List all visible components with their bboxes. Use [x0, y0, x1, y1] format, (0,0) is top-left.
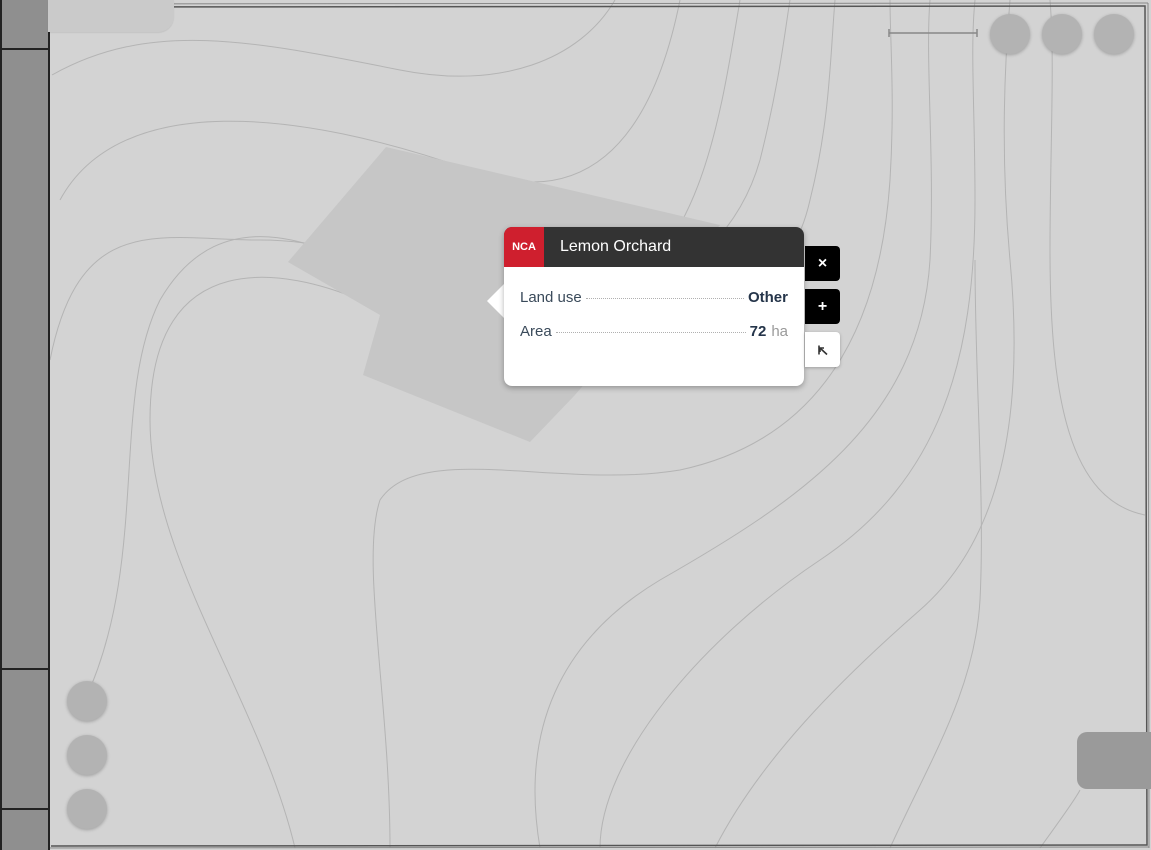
sidebar-divider: [2, 48, 50, 50]
attribute-value: Other: [747, 289, 788, 306]
add-button[interactable]: +: [805, 289, 840, 324]
attribute-row-area: Area 72 ha: [520, 323, 788, 343]
contour-lines: [49, 0, 1146, 849]
map-control-button[interactable]: [990, 14, 1030, 54]
collapsed-panel-tab[interactable]: [1077, 732, 1151, 789]
attribute-row-land-use: Land use Other: [520, 289, 788, 309]
map-control-button[interactable]: [1094, 14, 1134, 54]
zoom-control-button[interactable]: [67, 681, 107, 721]
popup-card: NCA Lemon Orchard Land use Other Area 72…: [504, 227, 804, 386]
arrow-to-corner-icon: [817, 345, 828, 355]
zoom-control-button[interactable]: [67, 789, 107, 829]
popup-pointer: [487, 283, 505, 319]
map-border: [50, 5, 1148, 847]
attribute-value: 72: [749, 323, 767, 340]
leader-dots: [585, 298, 744, 299]
sidebar-divider: [2, 668, 50, 670]
category-badge: NCA: [504, 227, 544, 267]
attribute-unit: ha: [771, 323, 788, 340]
popup-title: Lemon Orchard: [560, 238, 672, 255]
left-sidebar: [0, 0, 50, 850]
locate-feature-button[interactable]: [805, 332, 840, 367]
plus-icon: +: [817, 297, 828, 315]
map-scale-bar: [888, 29, 978, 37]
zoom-control-button[interactable]: [67, 735, 107, 775]
sidebar-divider: [2, 808, 50, 810]
top-panel-tab[interactable]: [48, 0, 174, 32]
attribute-label: Land use: [520, 289, 582, 306]
leader-dots: [555, 332, 746, 333]
map-control-button[interactable]: [1042, 14, 1082, 54]
attribute-label: Area: [520, 323, 552, 340]
app-frame: NCA Lemon Orchard Land use Other Area 72…: [0, 0, 1151, 850]
popup-header: NCA Lemon Orchard: [504, 227, 804, 267]
feature-popup: NCA Lemon Orchard Land use Other Area 72…: [487, 227, 804, 386]
close-popup-button[interactable]: ×: [805, 246, 840, 281]
close-icon: ×: [817, 254, 828, 272]
map-canvas[interactable]: [0, 0, 1151, 850]
